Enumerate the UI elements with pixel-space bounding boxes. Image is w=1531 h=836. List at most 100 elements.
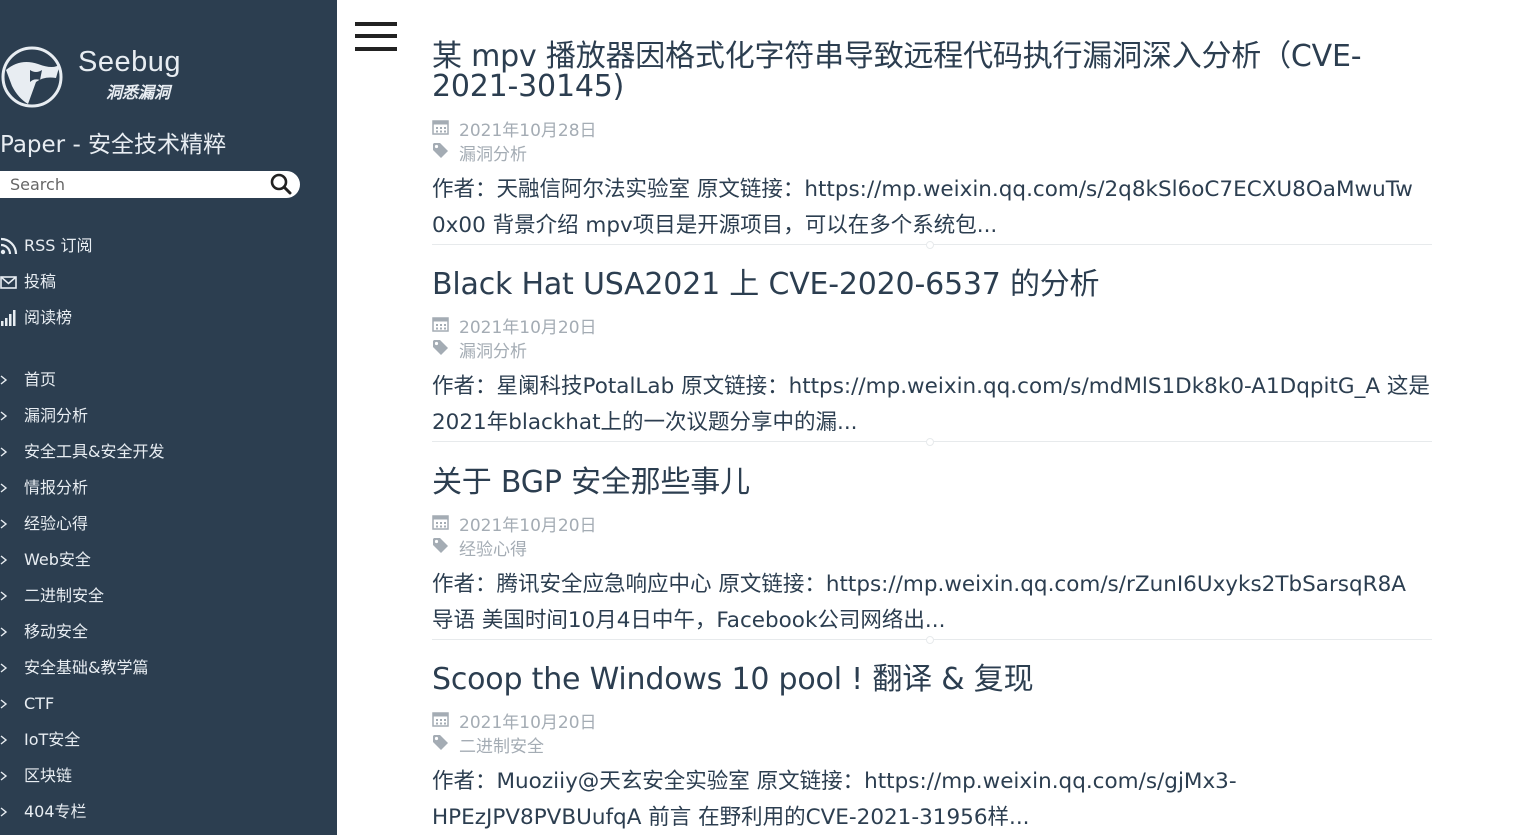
- post-excerpt: 作者：腾讯安全应急响应中心 原文链接：https://mp.weixin.qq.…: [432, 567, 1432, 639]
- excerpt-line: 作者：星阑科技PotalLab 原文链接：https://mp.weixin.q…: [432, 374, 1430, 399]
- sidebar-link-label: RSS 订阅: [24, 236, 93, 255]
- chevron-right-icon: [0, 663, 8, 673]
- sidebar-category-item[interactable]: CTF: [0, 691, 330, 717]
- menu-toggle-button[interactable]: [355, 22, 397, 52]
- post-excerpt: 作者：天融信阿尔法实验室 原文链接：https://mp.weixin.qq.c…: [432, 172, 1432, 244]
- sidebar-link-ranking[interactable]: 阅读榜: [0, 305, 330, 331]
- post-title[interactable]: 关于 BGP 安全那些事儿: [432, 468, 1432, 498]
- post-tag-text: 漏洞分析: [459, 342, 527, 362]
- chevron-right-icon: [0, 735, 8, 745]
- calendar-icon: [432, 120, 449, 135]
- chevron-right-icon: [0, 411, 8, 421]
- menu-bar: [355, 22, 397, 26]
- sidebar-category-item[interactable]: Web安全: [0, 547, 330, 573]
- post-title-line: 2021-30145): [432, 69, 625, 104]
- sidebar-category-item[interactable]: 移动安全: [0, 619, 330, 645]
- chevron-right-icon: [0, 375, 8, 385]
- post-title-line: 关于 BGP 安全那些事儿: [432, 465, 750, 500]
- chevron-right-icon: [0, 627, 8, 637]
- sidebar-category-item[interactable]: 漏洞分析: [0, 403, 330, 429]
- excerpt-line: 2021年blackhat上的一次议题分享中的漏...: [432, 410, 858, 435]
- sidebar-category-item[interactable]: 区块链: [0, 763, 330, 789]
- post-divider: [432, 636, 1432, 644]
- search-box: [0, 171, 300, 198]
- excerpt-line: 导语 美国时间10月4日中午，Facebook公司网络出...: [432, 608, 946, 633]
- chevron-right-icon: [0, 519, 8, 529]
- post-excerpt: 作者：Muoziiy@天玄安全实验室 原文链接：https://mp.weixi…: [432, 764, 1432, 836]
- tag-icon: [433, 538, 448, 553]
- logo-subtitle: 洞悉漏洞: [106, 83, 171, 102]
- menu-bar: [355, 47, 397, 51]
- post-tag-text: 二进制安全: [459, 737, 544, 757]
- excerpt-line: 作者：Muoziiy@天玄安全实验室 原文链接：https://mp.weixi…: [432, 769, 1237, 794]
- sidebar-category-label: 安全工具&安全开发: [24, 442, 165, 461]
- sidebar-category-label: 二进制安全: [24, 586, 105, 605]
- excerpt-line: 0x00 背景介绍 mpv项目是开源项目，可以在多个系统包...: [432, 213, 998, 238]
- seebug-logo-icon: [1, 46, 63, 108]
- post-title[interactable]: 某 mpv 播放器因格式化字符串导致远程代码执行漏洞深入分析（CVE- 2021…: [432, 42, 1432, 102]
- chevron-right-icon: [0, 807, 8, 817]
- sidebar-category-label: 经验心得: [24, 514, 89, 533]
- bar-chart-icon: [1, 310, 16, 326]
- chevron-right-icon: [0, 591, 8, 601]
- sidebar-link-label: 阅读榜: [24, 308, 73, 327]
- excerpt-line: 作者：腾讯安全应急响应中心 原文链接：https://mp.weixin.qq.…: [432, 572, 1406, 597]
- sidebar-category-label: IoT安全: [24, 730, 81, 749]
- post-date-text: 2021年10月28日: [459, 121, 597, 141]
- post-item: 关于 BGP 安全那些事儿 2021年10月20日 经验心得 作者：腾讯安全应急…: [432, 468, 1432, 644]
- post-item: Black Hat USA2021 上 CVE-2020-6537 的分析 20…: [432, 270, 1432, 446]
- search-input[interactable]: [10, 174, 260, 194]
- post-date-text: 2021年10月20日: [459, 516, 597, 536]
- sidebar-category-label: 漏洞分析: [24, 406, 89, 425]
- tag-icon: [433, 735, 448, 750]
- sidebar: Seebug 洞悉漏洞 Paper - 安全技术精粹 RSS 订阅 投稿: [0, 0, 337, 835]
- sidebar-category-label: 首页: [24, 370, 57, 389]
- post-excerpt: 作者：星阑科技PotalLab 原文链接：https://mp.weixin.q…: [432, 369, 1432, 441]
- sidebar-category-label: 移动安全: [24, 622, 89, 641]
- post-title[interactable]: Scoop the Windows 10 pool ! 翻译 & 复现: [432, 665, 1432, 695]
- excerpt-line: HPEzJPV8PVBUufqA 前言 在野利用的CVE-2021-31956样…: [432, 805, 1030, 830]
- post-date-text: 2021年10月20日: [459, 318, 597, 338]
- sidebar-category-label: CTF: [24, 694, 55, 713]
- post-title[interactable]: Black Hat USA2021 上 CVE-2020-6537 的分析: [432, 270, 1432, 300]
- sidebar-link-submit[interactable]: 投稿: [0, 269, 330, 295]
- sidebar-category-label: 区块链: [24, 766, 73, 785]
- sidebar-category-item[interactable]: 首页: [0, 367, 330, 393]
- sidebar-category-item[interactable]: 安全基础&教学篇: [0, 655, 330, 681]
- sidebar-link-rss[interactable]: RSS 订阅: [0, 233, 330, 259]
- post-divider: [432, 438, 1432, 446]
- sidebar-category-item[interactable]: 404专栏: [0, 799, 330, 825]
- tag-icon: [433, 143, 448, 158]
- sidebar-link-label: 投稿: [24, 272, 57, 291]
- calendar-icon: [432, 317, 449, 332]
- chevron-right-icon: [0, 483, 8, 493]
- sidebar-category-item[interactable]: 二进制安全: [0, 583, 330, 609]
- post-title-line: 某 mpv 播放器因格式化字符串导致远程代码执行漏洞深入分析（CVE-: [432, 39, 1362, 74]
- rss-icon: [0, 237, 18, 255]
- tag-icon: [433, 340, 448, 355]
- post-tag-text: 漏洞分析: [459, 145, 527, 165]
- sidebar-category-item[interactable]: 安全工具&安全开发: [0, 439, 330, 465]
- post-divider: [432, 241, 1432, 249]
- sidebar-category-item[interactable]: 情报分析: [0, 475, 330, 501]
- envelope-icon: [0, 276, 17, 289]
- menu-bar: [355, 34, 397, 38]
- post-item: 某 mpv 播放器因格式化字符串导致远程代码执行漏洞深入分析（CVE- 2021…: [432, 42, 1432, 249]
- sidebar-category-label: 情报分析: [24, 478, 89, 497]
- chevron-right-icon: [0, 447, 8, 457]
- calendar-icon: [432, 712, 449, 727]
- chevron-right-icon: [0, 555, 8, 565]
- sidebar-category-item[interactable]: 经验心得: [0, 511, 330, 537]
- site-title[interactable]: Paper - 安全技术精粹: [0, 125, 226, 159]
- sidebar-category-label: Web安全: [24, 550, 91, 569]
- chevron-right-icon: [0, 699, 8, 709]
- search-icon[interactable]: [270, 173, 292, 195]
- excerpt-line: 作者：天融信阿尔法实验室 原文链接：https://mp.weixin.qq.c…: [432, 177, 1413, 202]
- post-date-text: 2021年10月20日: [459, 713, 597, 733]
- sidebar-category-item[interactable]: IoT安全: [0, 727, 330, 753]
- sidebar-category-label: 安全基础&教学篇: [24, 658, 149, 677]
- post-item: Scoop the Windows 10 pool ! 翻译 & 复现 2021…: [432, 665, 1432, 831]
- post-title-line: Scoop the Windows 10 pool ! 翻译 & 复现: [432, 662, 1034, 697]
- logo-text: Seebug: [78, 46, 181, 78]
- calendar-icon: [432, 515, 449, 530]
